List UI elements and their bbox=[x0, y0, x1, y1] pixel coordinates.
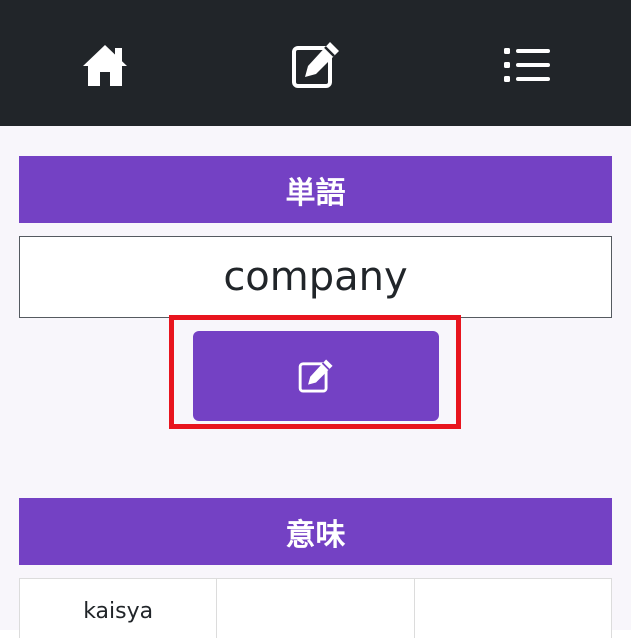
top-nav-bar bbox=[0, 0, 631, 126]
main-content: 単語 company 意味 kaisya bbox=[0, 126, 631, 638]
edit-word-button[interactable] bbox=[193, 331, 439, 421]
edit-nav-button[interactable] bbox=[289, 38, 343, 92]
meaning-cell bbox=[415, 579, 612, 638]
home-nav-button[interactable] bbox=[78, 38, 132, 92]
meaning-table: kaisya bbox=[19, 578, 612, 638]
list-nav-button[interactable] bbox=[500, 38, 554, 92]
word-display: company bbox=[19, 236, 612, 318]
list-icon bbox=[504, 48, 550, 82]
meaning-section-header: 意味 bbox=[19, 498, 612, 565]
edit-icon bbox=[298, 359, 333, 393]
meaning-cell: kaisya bbox=[20, 579, 218, 638]
word-section-header: 単語 bbox=[19, 156, 612, 223]
meaning-cell bbox=[217, 579, 415, 638]
edit-icon bbox=[292, 42, 339, 88]
home-icon bbox=[83, 45, 127, 86]
